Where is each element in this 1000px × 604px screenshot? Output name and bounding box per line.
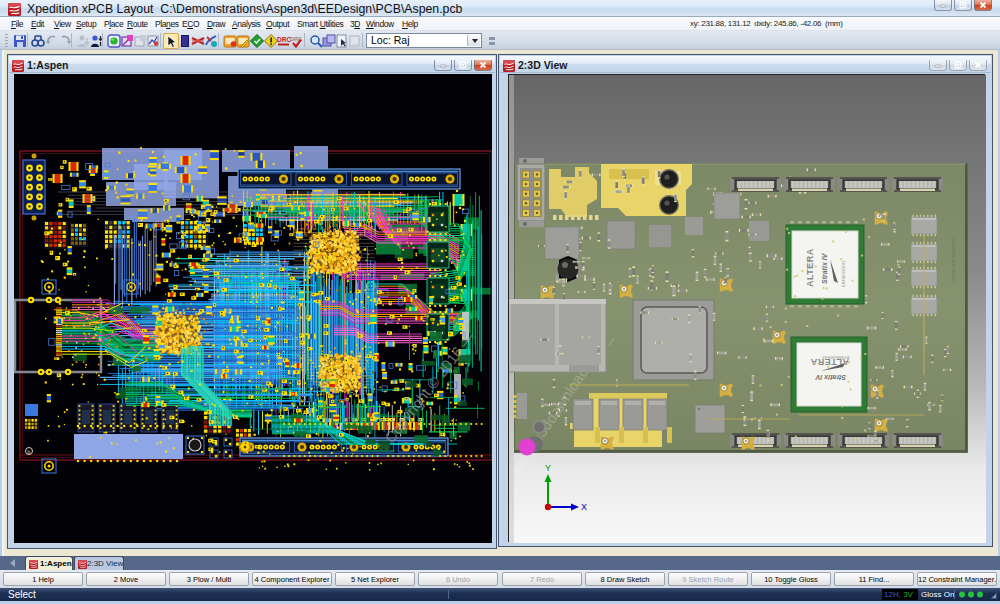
svg-text:b: b xyxy=(28,449,31,455)
svg-text:Y: Y xyxy=(545,463,551,473)
svg-text:XCVR-DDR3 AUX TEST01: XCVR-DDR3 AUX TEST01 xyxy=(951,235,956,284)
svg-text:ALTERA: ALTERA xyxy=(805,248,815,287)
svg-text:EP4SE530F43: EP4SE530F43 xyxy=(822,355,849,360)
svg-text:X: X xyxy=(581,502,587,512)
svg-text:EP4SE530F43: EP4SE530F43 xyxy=(841,260,846,287)
svg-text:Stratix IV: Stratix IV xyxy=(814,374,846,381)
svg-text:Stratix IV: Stratix IV xyxy=(821,252,828,284)
